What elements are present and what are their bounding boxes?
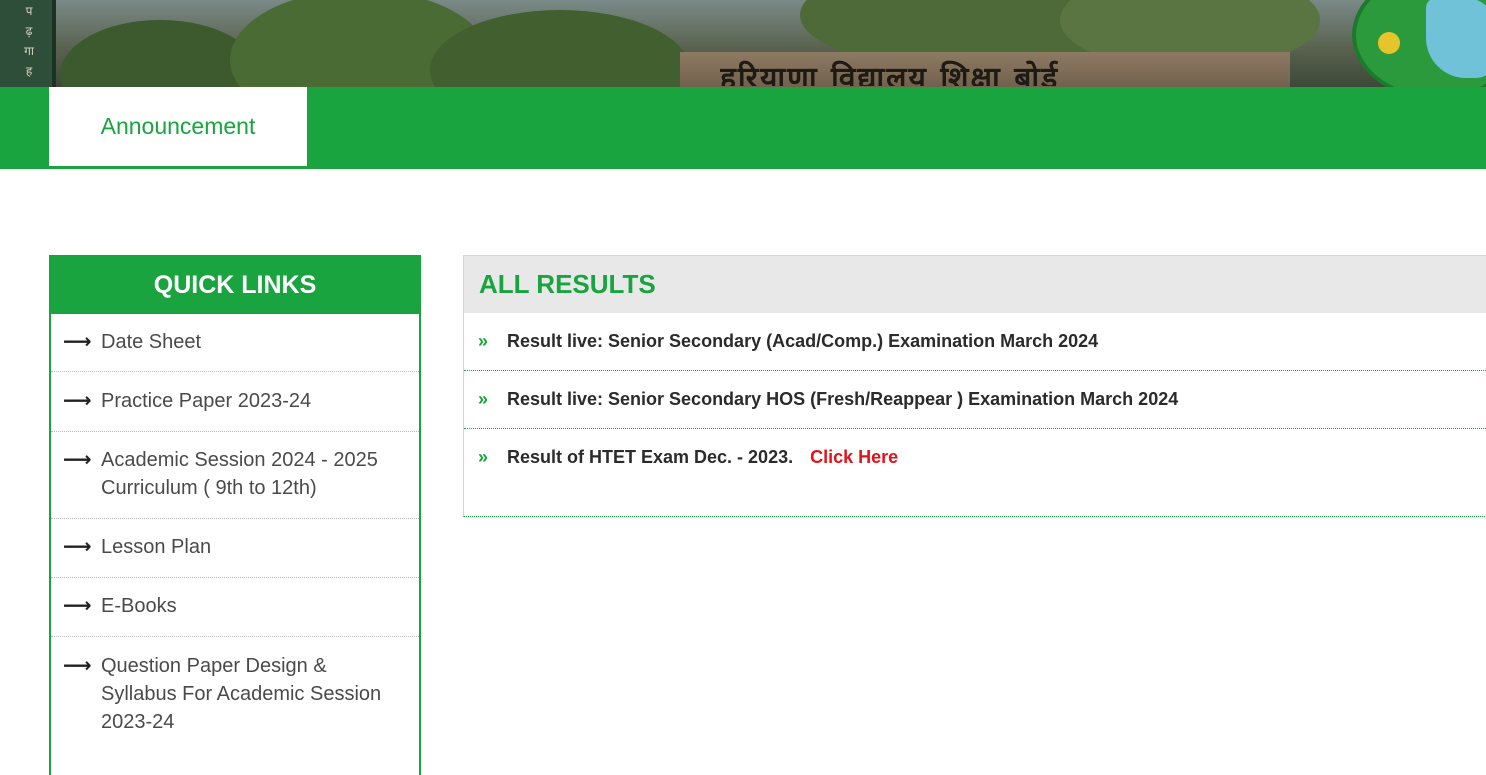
quick-link-divider [51, 518, 419, 519]
main-nav-bar: Announcement [0, 87, 1486, 169]
result-divider [464, 370, 1486, 371]
right-arrow-icon: ⟶ [63, 595, 92, 617]
logo-sun-dot [1378, 32, 1400, 54]
quick-links-title: QUICK LINKS [51, 257, 419, 314]
all-results-panel: ALL RESULTS » Result live: Senior Second… [463, 255, 1486, 517]
quick-link-label: Practice Paper 2023-24 [101, 390, 312, 412]
right-arrow-icon: ⟶ [63, 331, 92, 353]
quick-link-question-paper-design[interactable]: ⟶ Question Paper Design & Syllabus For A… [51, 652, 419, 736]
left-sign-char: गा [24, 44, 34, 58]
banner-left-sign: प ढ़ गा ह [0, 0, 56, 87]
right-arrow-icon: ⟶ [63, 390, 92, 412]
left-sign-char: ह [25, 64, 33, 78]
quick-link-label-line: 2023-24 [101, 711, 175, 733]
all-results-title: ALL RESULTS [464, 256, 1486, 313]
result-item-text: Result live: Senior Secondary HOS (Fresh… [507, 389, 1179, 409]
quick-link-label: E-Books [101, 595, 177, 617]
double-chevron-right-icon: » [478, 389, 489, 409]
quick-link-label-line: Curriculum ( 9th to 12th) [101, 477, 317, 499]
quick-link-label: Lesson Plan [101, 536, 212, 558]
right-arrow-icon: ⟶ [63, 655, 92, 677]
result-divider [464, 428, 1486, 429]
tab-announcement[interactable]: Announcement [49, 87, 307, 166]
quick-link-label-line: Syllabus For Academic Session [101, 683, 382, 705]
board-logo [1352, 0, 1486, 87]
quick-link-divider [51, 431, 419, 432]
quick-links-panel: QUICK LINKS ⟶ Date Sheet ⟶ Practice Pape… [49, 255, 421, 775]
click-here-link[interactable]: Click Here [810, 447, 898, 467]
banner-building-sign: हरियाणा विद्यालय शिक्षा बोर्ड [720, 61, 1060, 86]
quick-link-divider [51, 371, 419, 372]
quick-link-date-sheet[interactable]: ⟶ Date Sheet [51, 328, 419, 356]
quick-link-label-line: Academic Session 2024 - 2025 [101, 449, 378, 471]
left-sign-char: प [25, 4, 33, 18]
quick-link-practice-paper[interactable]: ⟶ Practice Paper 2023-24 [51, 387, 419, 415]
header-banner: हरियाणा विद्यालय शिक्षा बोर्ड प ढ़ गा ह [0, 0, 1486, 87]
result-item[interactable]: » Result live: Senior Secondary (Acad/Co… [464, 329, 1486, 353]
quick-link-divider [51, 577, 419, 578]
result-item[interactable]: » Result live: Senior Secondary HOS (Fre… [464, 387, 1486, 411]
result-item-text: Result of HTET Exam Dec. - 2023. [507, 447, 794, 467]
quick-link-e-books[interactable]: ⟶ E-Books [51, 592, 419, 620]
quick-link-label: Date Sheet [101, 331, 202, 353]
right-arrow-icon: ⟶ [63, 449, 92, 471]
result-item-text: Result live: Senior Secondary (Acad/Comp… [507, 331, 1099, 351]
quick-link-lesson-plan[interactable]: ⟶ Lesson Plan [51, 533, 419, 561]
quick-link-academic-session[interactable]: ⟶ Academic Session 2024 - 2025 Curriculu… [51, 446, 419, 502]
quick-link-label-line: Question Paper Design & [101, 655, 327, 677]
result-item: » Result of HTET Exam Dec. - 2023. Click… [464, 445, 1486, 469]
double-chevron-right-icon: » [478, 331, 489, 351]
double-chevron-right-icon: » [478, 447, 489, 467]
logo-map-shape [1426, 0, 1486, 78]
right-arrow-icon: ⟶ [63, 536, 92, 558]
quick-link-divider [51, 636, 419, 637]
left-sign-char: ढ़ [25, 24, 33, 38]
